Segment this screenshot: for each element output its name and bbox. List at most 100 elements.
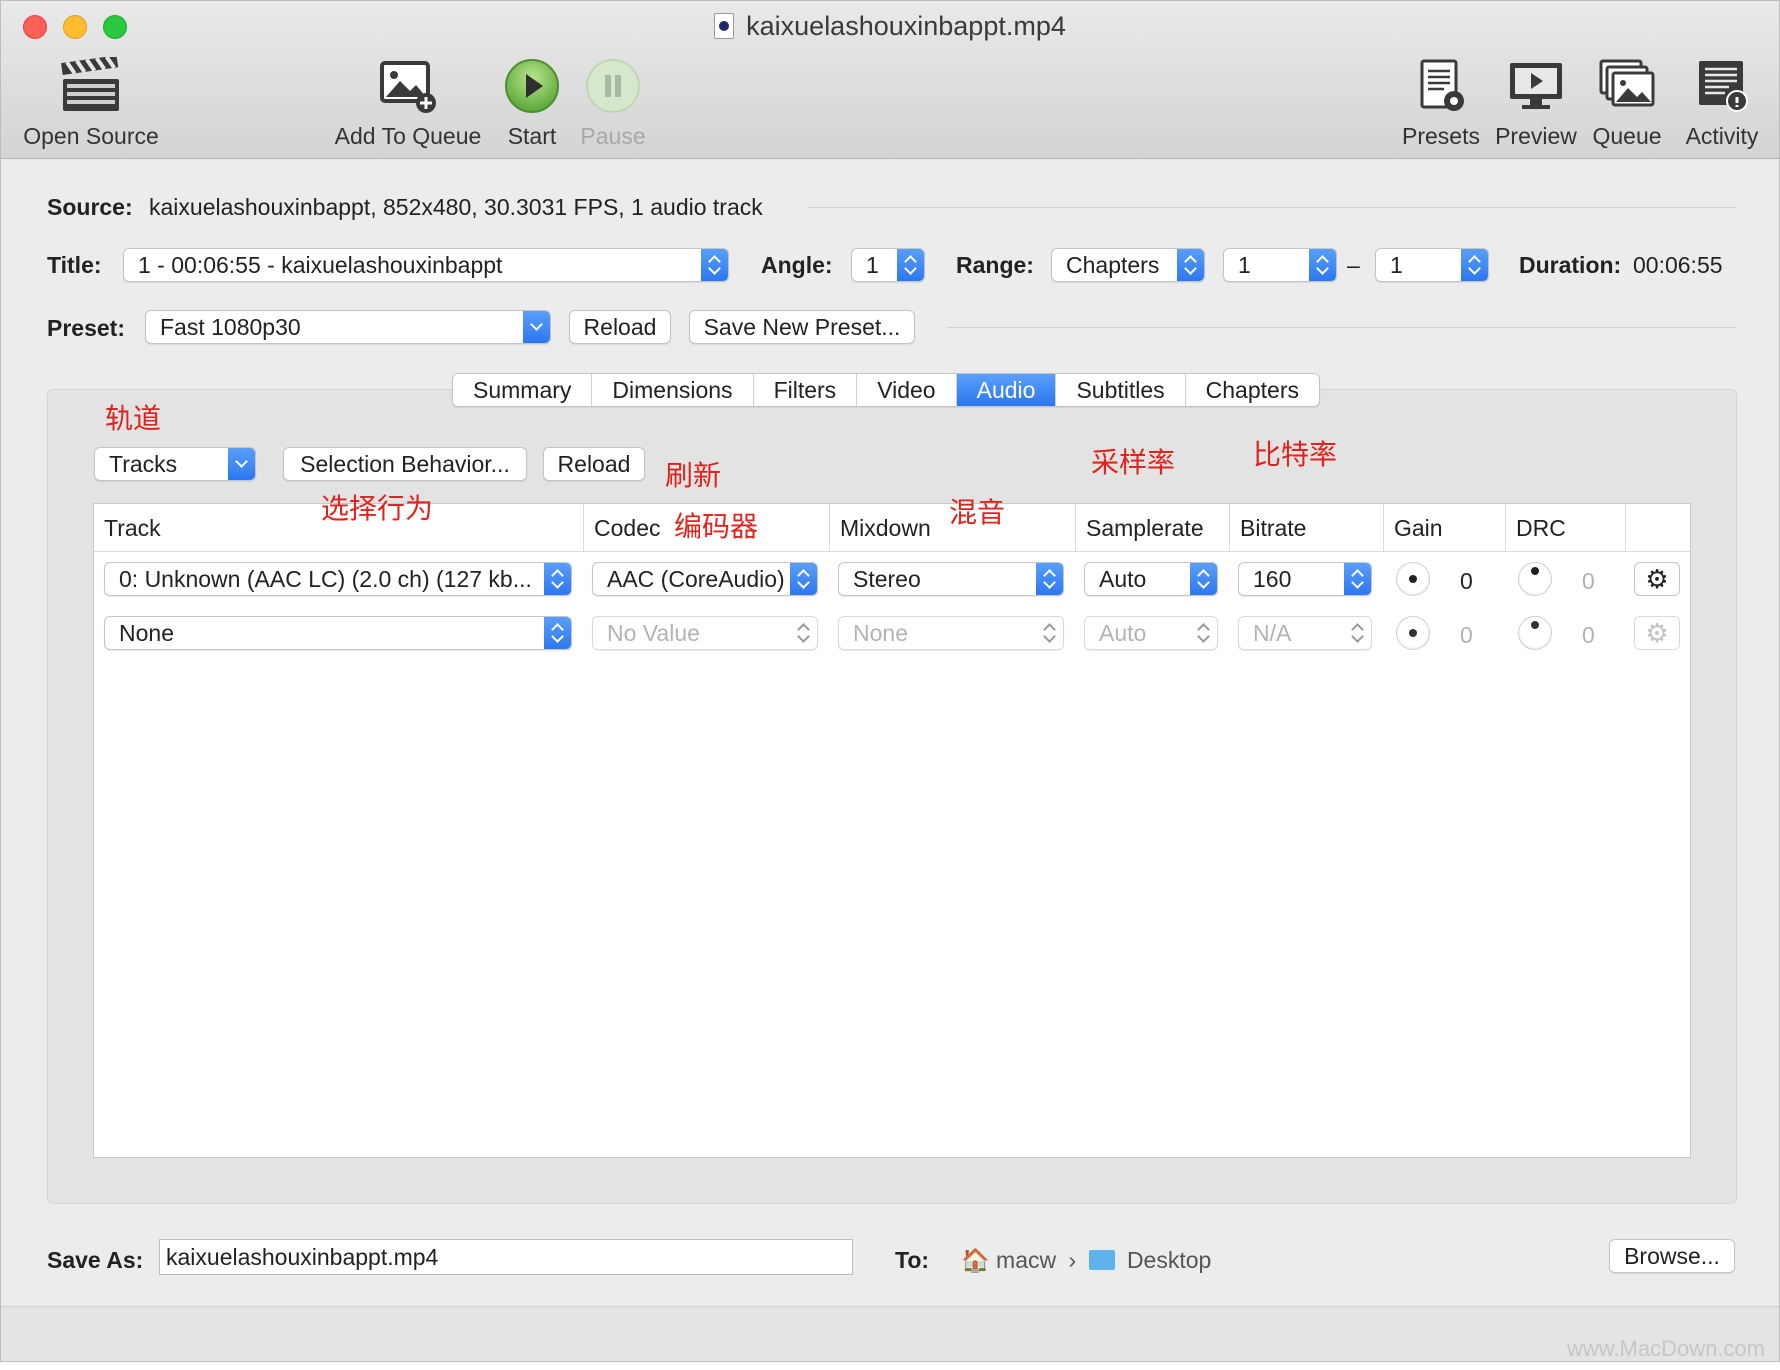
tab-filters[interactable]: Filters xyxy=(754,374,858,406)
start-button[interactable]: Start xyxy=(497,57,567,150)
column-settings xyxy=(1626,504,1690,552)
drc-value: 0 xyxy=(1582,622,1595,648)
chevron-updown-icon xyxy=(1461,249,1488,281)
source-info: kaixuelashouxinbappt, 852x480, 30.3031 F… xyxy=(149,194,763,220)
range-type-popup[interactable]: Chapters xyxy=(1051,248,1205,282)
watermark: www.MacDown.com xyxy=(1566,1336,1765,1361)
column-gain[interactable]: Gain xyxy=(1384,504,1506,552)
queue-icon xyxy=(1599,59,1655,107)
chevron-updown-icon xyxy=(1344,617,1371,649)
tab-dimensions[interactable]: Dimensions xyxy=(592,374,754,406)
chevron-updown-icon xyxy=(701,249,728,281)
chevron-down-icon xyxy=(523,311,550,343)
chevron-updown-icon xyxy=(1309,249,1336,281)
column-bitrate[interactable]: Bitrate xyxy=(1230,504,1384,552)
angle-label: Angle: xyxy=(761,252,833,278)
bitrate-popup[interactable]: N/A xyxy=(1238,616,1372,650)
presets-button[interactable]: Presets xyxy=(1399,57,1483,150)
chevron-updown-icon xyxy=(790,617,817,649)
video-file-icon xyxy=(714,13,735,39)
audio-tracks-table: Track Codec Mixdown Samplerate Bitrate G… xyxy=(93,503,1691,1158)
track-source-popup[interactable]: 0: Unknown (AAC LC) (2.0 ch) (127 kb... xyxy=(104,562,572,596)
tab-summary[interactable]: Summary xyxy=(453,374,593,406)
range-label: Range: xyxy=(956,252,1034,278)
annotation-selection: 选择行为 xyxy=(321,492,434,525)
activity-button[interactable]: Activity xyxy=(1677,57,1767,150)
destination-path[interactable]: 🏠 macw › Desktop xyxy=(961,1247,1211,1274)
title-label: Title: xyxy=(47,252,102,278)
codec-popup[interactable]: No Value xyxy=(592,616,818,650)
tab-audio[interactable]: Audio xyxy=(956,374,1057,406)
annotation-bitrate: 比特率 xyxy=(1253,438,1338,471)
chevron-updown-icon xyxy=(1344,563,1371,595)
annotation-refresh: 刷新 xyxy=(665,459,722,492)
chevron-updown-icon xyxy=(1177,249,1204,281)
column-drc[interactable]: DRC xyxy=(1506,504,1626,552)
clapperboard-icon xyxy=(61,57,119,111)
samplerate-popup[interactable]: Auto xyxy=(1084,616,1218,650)
source-divider xyxy=(807,207,1737,208)
browse-button[interactable]: Browse... xyxy=(1609,1239,1735,1273)
drc-knob[interactable] xyxy=(1518,616,1552,650)
presets-icon xyxy=(1420,59,1464,111)
preset-divider xyxy=(947,327,1737,328)
activity-log-icon xyxy=(1699,61,1748,112)
gain-knob[interactable] xyxy=(1396,616,1430,650)
tracks-popup[interactable]: Tracks xyxy=(94,447,256,481)
track-source-popup[interactable]: None xyxy=(104,616,572,650)
preset-label: Preset: xyxy=(47,315,125,341)
queue-button[interactable]: Queue xyxy=(1589,57,1665,150)
window-title: kaixuelashouxinbappt.mp4 xyxy=(1,11,1779,42)
chevron-updown-icon xyxy=(1190,617,1217,649)
chevron-updown-icon xyxy=(897,249,924,281)
column-samplerate[interactable]: Samplerate xyxy=(1076,504,1230,552)
chevron-updown-icon xyxy=(544,617,571,649)
home-icon: 🏠 xyxy=(961,1247,990,1273)
selection-behavior-button[interactable]: Selection Behavior... xyxy=(283,447,527,481)
range-end-popup[interactable]: 1 xyxy=(1375,248,1489,282)
chevron-down-icon xyxy=(228,448,255,480)
codec-popup[interactable]: AAC (CoreAudio) xyxy=(592,562,818,596)
tab-subtitles[interactable]: Subtitles xyxy=(1056,374,1186,406)
chevron-updown-icon xyxy=(1190,563,1217,595)
drc-value: 0 xyxy=(1582,568,1595,594)
duration-value: 00:06:55 xyxy=(1633,252,1723,278)
add-to-queue-icon xyxy=(380,61,436,113)
angle-popup[interactable]: 1 xyxy=(851,248,925,282)
drc-knob[interactable] xyxy=(1518,562,1552,596)
track-settings-gear-icon[interactable]: ⚙ xyxy=(1634,562,1680,596)
mixdown-popup[interactable]: None xyxy=(838,616,1064,650)
gain-value: 0 xyxy=(1460,568,1473,594)
open-source-button[interactable]: Open Source xyxy=(19,57,163,150)
annotation-tracks: 轨道 xyxy=(105,402,162,435)
preview-button[interactable]: Preview xyxy=(1493,57,1579,150)
annotation-samplerate: 采样率 xyxy=(1091,446,1176,479)
mixdown-popup[interactable]: Stereo xyxy=(838,562,1064,596)
title-popup[interactable]: 1 - 00:06:55 - kaixuelashouxinbappt xyxy=(123,248,729,282)
gain-knob[interactable] xyxy=(1396,562,1430,596)
chevron-updown-icon xyxy=(1036,617,1063,649)
destination-label: To: xyxy=(895,1247,930,1273)
preset-reload-button[interactable]: Reload xyxy=(569,310,671,344)
annotation-codec: 编码器 xyxy=(674,510,759,543)
source-label: Source: xyxy=(47,194,133,220)
tab-chapters[interactable]: Chapters xyxy=(1186,374,1319,406)
track-settings-gear-icon[interactable]: ⚙ xyxy=(1634,616,1680,650)
chevron-updown-icon xyxy=(544,563,571,595)
audio-reload-button[interactable]: Reload xyxy=(543,447,645,481)
duration-label: Duration: xyxy=(1519,252,1622,278)
bitrate-popup[interactable]: 160 xyxy=(1238,562,1372,596)
samplerate-popup[interactable]: Auto xyxy=(1084,562,1218,596)
range-start-popup[interactable]: 1 xyxy=(1223,248,1337,282)
add-to-queue-button[interactable]: Add To Queue xyxy=(333,57,483,150)
preview-monitor-icon xyxy=(1510,63,1562,109)
tab-bar: Summary Dimensions Filters Video Audio S… xyxy=(452,373,1320,407)
tab-video[interactable]: Video xyxy=(857,374,957,406)
preset-popup[interactable]: Fast 1080p30 xyxy=(145,310,551,344)
pause-button[interactable]: Pause xyxy=(575,57,651,150)
gain-value: 0 xyxy=(1460,622,1473,648)
save-as-filename-input[interactable]: kaixuelashouxinbappt.mp4 xyxy=(159,1239,853,1275)
range-dash: – xyxy=(1347,252,1360,278)
save-new-preset-button[interactable]: Save New Preset... xyxy=(689,310,915,344)
chevron-updown-icon xyxy=(1036,563,1063,595)
